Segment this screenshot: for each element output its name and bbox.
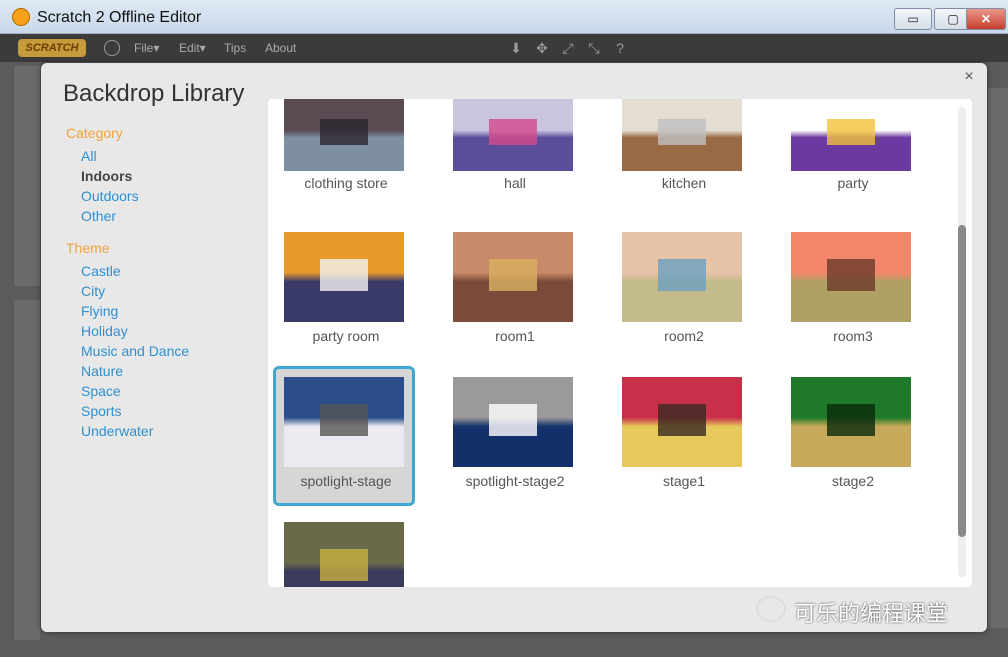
backdrop-tile[interactable]: party bbox=[783, 99, 925, 237]
backdrop-tile[interactable] bbox=[276, 514, 418, 587]
backdrop-label: room2 bbox=[664, 328, 704, 344]
backdrop-tile[interactable]: hall bbox=[445, 99, 587, 237]
theme-holiday[interactable]: Holiday bbox=[81, 323, 128, 339]
thumbnail-detail bbox=[320, 119, 368, 146]
thumbnail-detail bbox=[827, 119, 875, 146]
theme-nature[interactable]: Nature bbox=[81, 363, 123, 379]
backdrop-thumbnail bbox=[453, 232, 573, 322]
backdrop-tile[interactable]: room2 bbox=[614, 224, 756, 364]
scratch-logo: SCRATCH bbox=[18, 39, 86, 57]
thumbnail-detail bbox=[489, 119, 537, 146]
thumbnail-detail bbox=[658, 119, 706, 146]
shrink-tool-icon[interactable]: ⤡ bbox=[586, 40, 602, 56]
theme-music-and-dance[interactable]: Music and Dance bbox=[81, 343, 189, 359]
about-menu[interactable]: About bbox=[265, 41, 296, 55]
theme-flying[interactable]: Flying bbox=[81, 303, 118, 319]
backdrop-label: spotlight-stage bbox=[300, 473, 392, 489]
theme-underwater[interactable]: Underwater bbox=[81, 423, 153, 439]
delete-tool-icon[interactable]: ✥ bbox=[534, 40, 550, 56]
watermark-text: 可乐的编程课堂 bbox=[794, 601, 949, 626]
thumbnail-detail bbox=[827, 404, 875, 436]
duplicate-tool-icon[interactable]: ⬇ bbox=[508, 40, 524, 56]
theme-heading: Theme bbox=[66, 240, 110, 256]
backdrop-tile[interactable]: room3 bbox=[783, 224, 925, 364]
grow-tool-icon[interactable]: ⤢ bbox=[560, 40, 576, 56]
backdrop-label: party bbox=[837, 175, 869, 191]
theme-space[interactable]: Space bbox=[81, 383, 121, 399]
backdrop-thumbnail bbox=[791, 232, 911, 322]
theme-sports[interactable]: Sports bbox=[81, 403, 121, 419]
thumbnail-detail bbox=[658, 404, 706, 436]
scratch-cat-icon bbox=[12, 8, 30, 26]
backdrop-thumbnail bbox=[622, 232, 742, 322]
backdrop-tile[interactable]: spotlight-stage2 bbox=[445, 369, 587, 509]
category-heading: Category bbox=[66, 125, 123, 141]
file-menu[interactable]: File▾ bbox=[134, 41, 159, 55]
close-icon[interactable]: × bbox=[961, 69, 977, 85]
category-all[interactable]: All bbox=[81, 148, 97, 164]
backdrop-label: room1 bbox=[495, 328, 535, 344]
backdrop-label: kitchen bbox=[661, 175, 707, 191]
backdrop-label: spotlight-stage2 bbox=[465, 473, 565, 489]
thumbnail-detail bbox=[320, 259, 368, 291]
backdrop-label: stage2 bbox=[831, 473, 875, 489]
backdrop-label: room3 bbox=[833, 328, 873, 344]
backdrop-thumbnail bbox=[791, 377, 911, 467]
thumbnail-detail bbox=[320, 549, 368, 581]
editor-background-panel bbox=[14, 300, 40, 640]
dialog-title: Backdrop Library bbox=[63, 80, 245, 107]
gallery-scrollbar[interactable] bbox=[958, 107, 966, 577]
backdrop-tile[interactable]: stage1 bbox=[614, 369, 756, 509]
editor-background-panel bbox=[988, 88, 1008, 628]
window-titlebar: Scratch 2 Offline Editor ▭ ▢ ✕ bbox=[0, 0, 1008, 34]
backdrop-tile[interactable]: kitchen bbox=[614, 99, 756, 237]
backdrop-label: stage1 bbox=[662, 473, 706, 489]
backdrop-tile[interactable]: clothing store bbox=[276, 99, 418, 237]
backdrop-label: hall bbox=[504, 175, 526, 191]
edit-menu[interactable]: Edit▾ bbox=[179, 41, 206, 55]
backdrop-gallery[interactable]: clothing store hall kitchen party party room… bbox=[268, 99, 972, 587]
backdrop-thumbnail bbox=[284, 377, 404, 467]
backdrop-thumbnail bbox=[453, 377, 573, 467]
backdrop-tile[interactable]: party room bbox=[276, 224, 418, 364]
scrollbar-thumb[interactable] bbox=[958, 225, 966, 537]
thumbnail-detail bbox=[827, 259, 875, 291]
help-tool-icon[interactable]: ? bbox=[612, 40, 628, 56]
window-close-button[interactable]: ✕ bbox=[966, 8, 1006, 30]
thumbnail-detail bbox=[320, 404, 368, 436]
language-globe-icon[interactable] bbox=[104, 40, 120, 56]
minimize-button[interactable]: ▭ bbox=[894, 8, 932, 30]
backdrop-thumbnail bbox=[622, 99, 742, 171]
category-outdoors[interactable]: Outdoors bbox=[81, 188, 139, 204]
backdrop-label: clothing store bbox=[304, 175, 388, 191]
backdrop-tile[interactable]: stage2 bbox=[783, 369, 925, 509]
backdrop-thumbnail bbox=[453, 99, 573, 171]
backdrop-thumbnail bbox=[284, 99, 404, 171]
theme-city[interactable]: City bbox=[81, 283, 105, 299]
category-indoors[interactable]: Indoors bbox=[81, 168, 132, 184]
backdrop-thumbnail bbox=[622, 377, 742, 467]
backdrop-thumbnail bbox=[791, 99, 911, 171]
backdrop-thumbnail bbox=[284, 232, 404, 322]
thumbnail-detail bbox=[489, 404, 537, 436]
backdrop-tile[interactable]: room1 bbox=[445, 224, 587, 364]
editor-background-panel bbox=[14, 66, 40, 286]
thumbnail-detail bbox=[489, 259, 537, 291]
wechat-icon bbox=[756, 596, 786, 622]
backdrop-library-dialog: Backdrop Library × Category All Indoors … bbox=[41, 63, 987, 632]
category-other[interactable]: Other bbox=[81, 208, 116, 224]
scratch-menubar: SCRATCH File▾ Edit▾ Tips About ⬇ ✥ ⤢ ⤡ ? bbox=[0, 34, 1008, 62]
backdrop-thumbnail bbox=[284, 522, 404, 587]
window-title: Scratch 2 Offline Editor bbox=[37, 9, 202, 26]
thumbnail-detail bbox=[658, 259, 706, 291]
backdrop-tile[interactable]: spotlight-stage bbox=[273, 366, 415, 506]
tips-menu[interactable]: Tips bbox=[224, 41, 246, 55]
backdrop-label: party room bbox=[312, 328, 380, 344]
theme-castle[interactable]: Castle bbox=[81, 263, 121, 279]
